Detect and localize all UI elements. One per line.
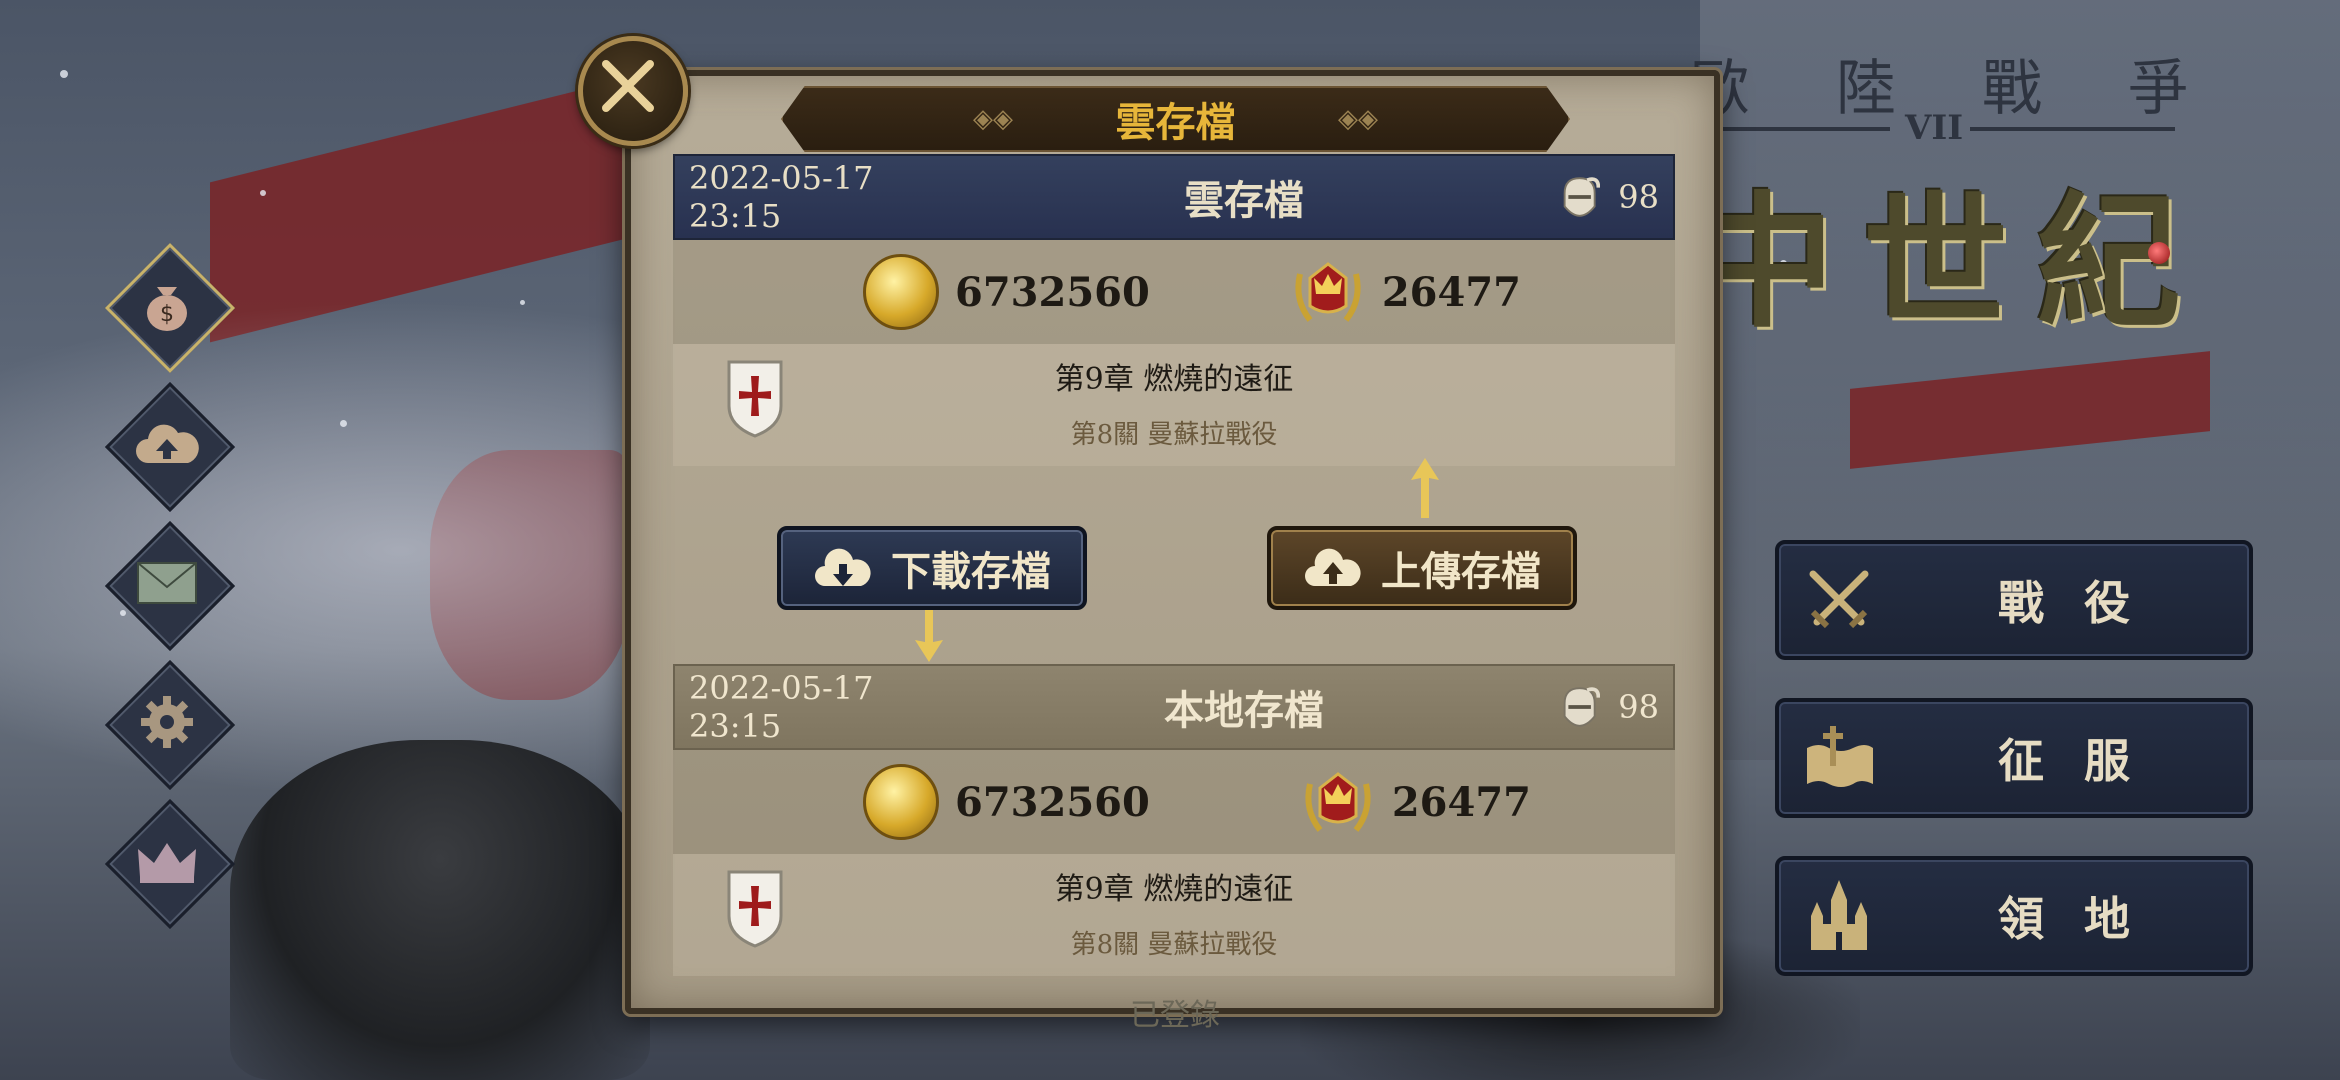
resource-row: 6732560 26477 <box>673 750 1675 854</box>
envelope-icon <box>108 524 226 642</box>
campaign-label: 戰役 <box>1998 576 2170 630</box>
snowflake <box>340 420 347 427</box>
medal-resource: 26477 <box>1300 764 1531 840</box>
save-date: 2022-05-17 23:15 <box>689 159 874 235</box>
gold-coin-icon <box>863 764 939 840</box>
logo-divider-left <box>1690 127 1890 131</box>
title-char: 世 <box>1863 178 2008 348</box>
save-date: 2022-05-17 23:15 <box>689 669 874 745</box>
resource-row: 6732560 26477 <box>673 240 1675 344</box>
gold-resource: 6732560 <box>863 254 1150 330</box>
medal-value: 26477 <box>1381 268 1521 316</box>
money-bag-icon: $ <box>108 246 226 364</box>
stage-title: 第8關 曼蘇拉戰役 <box>1070 420 1278 450</box>
cloud-upload-icon <box>108 385 226 503</box>
cloud-upload-icon <box>1305 548 1361 586</box>
gear-icon <box>108 663 226 781</box>
download-label: 下載存檔 <box>891 548 1051 595</box>
upload-arrow-icon <box>1411 458 1439 518</box>
map-scroll-sword-icon <box>1779 718 1899 798</box>
dialog-title: 雲存檔 <box>1115 99 1236 146</box>
close-button[interactable] <box>578 36 688 146</box>
crown-icon <box>108 802 226 920</box>
conquest-label: 征服 <box>1998 734 2170 788</box>
medal-resource: 26477 <box>1290 254 1521 330</box>
level-value: 98 <box>1618 688 1659 726</box>
crown-laurel-icon <box>1305 772 1371 832</box>
gold-value: 6732560 <box>955 268 1150 316</box>
svg-text:$: $ <box>160 302 174 327</box>
conquest-button[interactable]: 征服 <box>1775 698 2253 818</box>
snowflake <box>260 190 266 196</box>
territory-label: 領地 <box>1998 892 2170 946</box>
knight-helmet-icon <box>1563 687 1601 727</box>
subtitle-char: 戰 <box>1982 54 2044 124</box>
chapter-info: 第9章 燃燒的遠征 第8關 曼蘇拉戰役 <box>673 854 1675 976</box>
close-icon <box>602 60 654 112</box>
login-status: 已登錄 <box>1130 998 1220 1033</box>
crossed-swords-icon <box>1779 560 1899 640</box>
local-save-header: 2022-05-17 23:15 本地存檔 98 <box>673 664 1675 750</box>
ornament-icon: ◈◈ <box>1338 104 1378 134</box>
mail-button[interactable] <box>104 520 236 652</box>
upload-label: 上傳存檔 <box>1381 548 1541 595</box>
save-name: 雲存檔 <box>1184 177 1304 224</box>
cathedral-icon <box>1779 876 1899 956</box>
chapter-title: 第9章 燃燒的遠征 <box>1054 872 1294 907</box>
dialog-title-bar: ◈◈ 雲存檔 ◈◈ <box>781 86 1570 152</box>
ornament-icon: ◈◈ <box>973 104 1013 134</box>
level-value: 98 <box>1618 178 1659 216</box>
local-save-card: 2022-05-17 23:15 本地存檔 98 6732560 26477 第… <box>673 664 1675 976</box>
save-level: 98 <box>1559 173 1659 221</box>
stage-title: 第8關 曼蘇拉戰役 <box>1070 930 1278 960</box>
download-save-button[interactable]: 下載存檔 <box>777 526 1087 610</box>
gold-value: 6732560 <box>955 778 1150 826</box>
subtitle-char: 陸 <box>1836 54 1898 124</box>
cloud-save-dialog: ◈◈ 雲存檔 ◈◈ 2022-05-17 23:15 雲存檔 98 673256… <box>625 70 1720 1014</box>
cloud-save-button[interactable] <box>104 381 236 513</box>
snowflake <box>60 70 68 78</box>
game-title: 中 世 紀 <box>1690 145 2181 355</box>
snowflake <box>520 300 525 305</box>
crown-laurel-icon <box>1295 262 1361 322</box>
achievements-button[interactable] <box>104 798 236 930</box>
save-name: 本地存檔 <box>1164 687 1324 734</box>
cloud-download-icon <box>815 548 871 586</box>
medal-value: 26477 <box>1391 778 1531 826</box>
logo-divider-right <box>1970 127 2175 131</box>
campaign-button[interactable]: 戰役 <box>1775 540 2253 660</box>
gold-coin-icon <box>863 254 939 330</box>
knight-foreground <box>230 740 650 1080</box>
gold-resource: 6732560 <box>863 764 1150 840</box>
settings-button[interactable] <box>104 659 236 791</box>
upload-save-button[interactable]: 上傳存檔 <box>1267 526 1577 610</box>
shop-button[interactable]: $ <box>104 242 236 374</box>
download-arrow-icon <box>915 602 943 662</box>
subtitle-char: 爭 <box>2128 54 2190 124</box>
cloud-save-card: 2022-05-17 23:15 雲存檔 98 6732560 26477 第9… <box>673 154 1675 466</box>
logo-gem <box>2148 242 2170 264</box>
cloud-save-header: 2022-05-17 23:15 雲存檔 98 <box>673 154 1675 240</box>
logo-numeral: VII <box>1905 108 1964 148</box>
territory-button[interactable]: 領地 <box>1775 856 2253 976</box>
chapter-info: 第9章 燃燒的遠征 第8關 曼蘇拉戰役 <box>673 344 1675 466</box>
chapter-title: 第9章 燃燒的遠征 <box>1054 362 1294 397</box>
save-level: 98 <box>1559 683 1659 731</box>
knight-helmet-icon <box>1563 177 1601 217</box>
